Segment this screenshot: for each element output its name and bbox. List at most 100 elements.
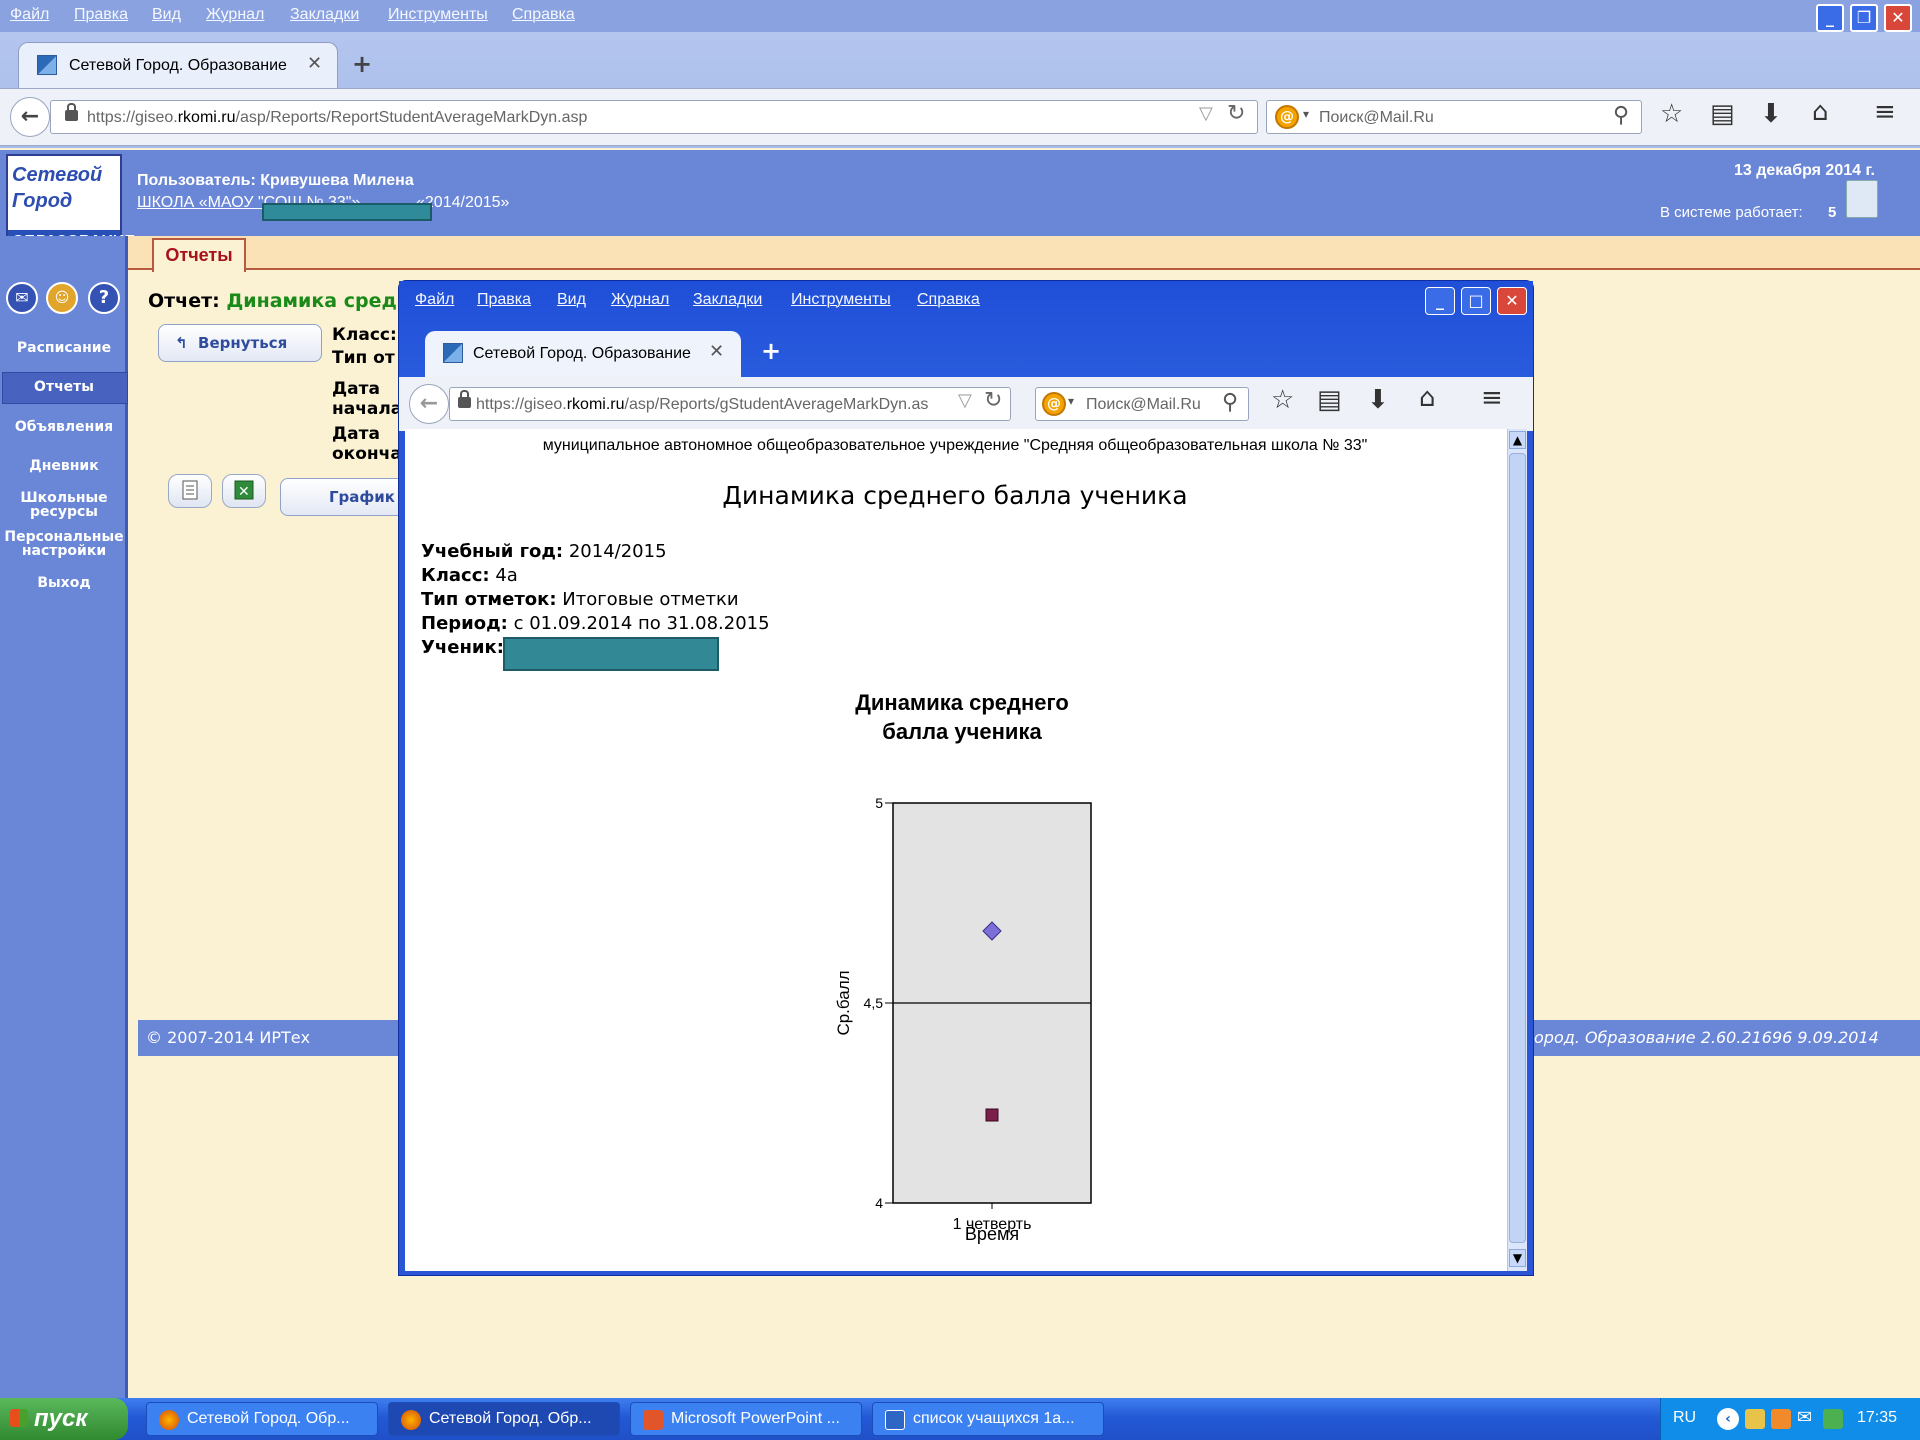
popup-new-tab-icon[interactable]: + — [761, 337, 781, 365]
field-end-label-1: Дата — [332, 424, 380, 444]
sidebar-item-school-resources[interactable]: Школьные ресурсы — [0, 491, 128, 519]
y-tick-label: 5 — [875, 795, 883, 811]
download-icon[interactable]: ⬇ — [1760, 99, 1782, 129]
popup-maximize-icon[interactable]: □ — [1461, 287, 1491, 315]
menu-file[interactable]: Файл — [10, 6, 49, 24]
popup-url-bar[interactable]: https://giseo.rkomi.ru/asp/Reports/gStud… — [449, 387, 1011, 421]
popup-menu-view[interactable]: Вид — [557, 291, 586, 309]
menu-view[interactable]: Вид — [152, 6, 181, 24]
outer-search-placeholder: Поиск@Mail.Ru — [1319, 109, 1434, 126]
new-tab-icon[interactable]: + — [352, 50, 372, 78]
tray-mail-icon[interactable]: ✉ — [1797, 1407, 1812, 1428]
menu-tools[interactable]: Инструменты — [388, 6, 488, 24]
bookmarks-menu-icon[interactable]: ▤ — [1710, 99, 1735, 129]
tray-app-icon-2[interactable] — [1771, 1409, 1791, 1429]
type-value: Итоговые отметки — [562, 589, 739, 610]
scroll-down-icon[interactable]: ▼ — [1509, 1249, 1526, 1267]
taskbar-item-word[interactable]: список учащихся 1а... — [872, 1402, 1104, 1436]
excel-icon[interactable]: ✕ — [222, 474, 266, 508]
popup-bookmark-star-icon[interactable]: ☆ — [1271, 385, 1294, 415]
outer-tab[interactable]: Сетевой Город. Образование ✕ — [18, 42, 338, 88]
popup-tab[interactable]: Сетевой Город. Образование ✕ — [425, 331, 741, 377]
popup-tab-close-icon[interactable]: ✕ — [709, 341, 724, 362]
graph-button[interactable]: График — [280, 478, 410, 516]
popup-menu-bookmarks[interactable]: Закладки — [693, 291, 762, 309]
popup-search-box[interactable]: @ ▾ Поиск@Mail.Ru ⚲ — [1035, 387, 1249, 421]
popup-minimize-icon[interactable]: _ — [1425, 287, 1455, 315]
users-online-icon[interactable] — [1846, 180, 1878, 218]
popup-search-engine-dropdown-icon[interactable]: ▾ — [1068, 394, 1074, 408]
tray-expand-icon[interactable]: ‹ — [1717, 1408, 1739, 1430]
menu-history[interactable]: Журнал — [206, 6, 264, 24]
sidebar-item-diary[interactable]: Дневник — [0, 459, 128, 473]
popup-menu-tools[interactable]: Инструменты — [791, 291, 891, 309]
popup-menu-help[interactable]: Справка — [917, 291, 980, 309]
home-icon[interactable]: ⌂ — [1812, 97, 1829, 127]
report-name: Динамика сред — [226, 290, 397, 312]
menu-edit[interactable]: Правка — [74, 6, 128, 24]
dropdown-icon[interactable]: ▽ — [1199, 103, 1213, 124]
report-title: Отчет: Динамика сред — [148, 290, 397, 312]
popup-bookmarks-menu-icon[interactable]: ▤ — [1317, 385, 1342, 415]
tab-close-icon[interactable]: ✕ — [307, 53, 322, 74]
search-engine-dropdown-icon[interactable]: ▾ — [1303, 107, 1309, 121]
popup-window: Файл Правка Вид Журнал Закладки Инструме… — [398, 280, 1534, 1276]
logo-line-1: Сетевой — [12, 164, 103, 186]
popup-dropdown-icon[interactable]: ▽ — [958, 390, 972, 411]
scroll-thumb[interactable] — [1509, 453, 1526, 1243]
print-icon[interactable] — [168, 474, 212, 508]
taskbar-item-firefox-1[interactable]: Сетевой Город. Обр... — [146, 1402, 378, 1436]
system-tray: RU ‹ ✉ 17:35 — [1660, 1398, 1920, 1440]
sidebar-item-reports[interactable]: Отчеты — [0, 380, 128, 394]
outer-search-box[interactable]: @ ▾ Поиск@Mail.Ru ⚲ — [1266, 100, 1642, 134]
menu-help[interactable]: Справка — [512, 6, 575, 24]
sidebar-item-schedule[interactable]: Расписание — [0, 341, 128, 355]
firefox-icon — [401, 1410, 421, 1430]
tray-app-icon-1[interactable] — [1745, 1409, 1765, 1429]
scroll-up-icon[interactable]: ▲ — [1509, 431, 1526, 449]
help-icon[interactable]: ? — [88, 282, 120, 314]
redaction-box — [262, 203, 432, 221]
hamburger-menu-icon[interactable]: ≡ — [1874, 97, 1896, 127]
popup-chrome: Файл Правка Вид Журнал Закладки Инструме… — [399, 281, 1533, 431]
popup-home-icon[interactable]: ⌂ — [1419, 383, 1436, 413]
back-button[interactable]: ↰ Вернуться — [158, 324, 322, 362]
minimize-icon[interactable]: _ — [1816, 4, 1844, 32]
bookmark-star-icon[interactable]: ☆ — [1660, 99, 1683, 129]
popup-download-icon[interactable]: ⬇ — [1367, 385, 1389, 415]
online-count: 5 — [1828, 204, 1837, 221]
taskbar-item-firefox-2[interactable]: Сетевой Город. Обр... — [388, 1402, 620, 1436]
close-icon[interactable]: ✕ — [1884, 4, 1912, 32]
sidebar-item-announcements[interactable]: Объявления — [0, 420, 128, 434]
tab-reports[interactable]: Отчеты — [152, 238, 246, 272]
popup-menu-file[interactable]: Файл — [415, 291, 454, 309]
return-icon: ↰ — [175, 334, 188, 352]
taskbar-item-powerpoint[interactable]: Microsoft PowerPoint ... — [630, 1402, 862, 1436]
popup-scrollbar[interactable]: ▲ ▼ — [1507, 429, 1527, 1271]
reload-icon[interactable]: ↻ — [1227, 101, 1245, 126]
tray-app-icon-3[interactable] — [1823, 1409, 1843, 1429]
sidebar-item-personal-settings[interactable]: Персональные настройки — [0, 530, 128, 558]
popup-search-icon[interactable]: ⚲ — [1222, 390, 1238, 415]
mail-icon[interactable]: ✉ — [6, 282, 38, 314]
y-axis-label: Ср.балл — [834, 970, 853, 1035]
outer-url-bar[interactable]: https://giseo.rkomi.ru/asp/Reports/Repor… — [50, 100, 1258, 134]
popup-back-icon[interactable]: ← — [409, 384, 449, 424]
popup-menu-edit[interactable]: Правка — [477, 291, 531, 309]
restore-icon[interactable]: ❐ — [1850, 4, 1878, 32]
popup-close-icon[interactable]: ✕ — [1497, 287, 1527, 315]
search-icon[interactable]: ⚲ — [1613, 103, 1629, 128]
field-class-label: Класс: — [332, 325, 397, 345]
year-line: Учебный год: 2014/2015 — [421, 541, 667, 562]
users-icon[interactable]: ☺ — [46, 282, 78, 314]
popup-hamburger-menu-icon[interactable]: ≡ — [1481, 383, 1503, 413]
popup-menu-history[interactable]: Журнал — [611, 291, 669, 309]
menu-bookmarks[interactable]: Закладки — [290, 6, 359, 24]
back-icon[interactable]: ← — [10, 97, 50, 137]
student-line: Ученик: — [421, 637, 504, 658]
popup-reload-icon[interactable]: ↻ — [984, 388, 1002, 413]
sidebar-item-logout[interactable]: Выход — [0, 576, 128, 590]
language-indicator[interactable]: RU — [1673, 1409, 1696, 1427]
popup-navbar: ← https://giseo.rkomi.ru/asp/Reports/gSt… — [399, 377, 1533, 431]
start-button[interactable]: пуск — [0, 1398, 128, 1440]
